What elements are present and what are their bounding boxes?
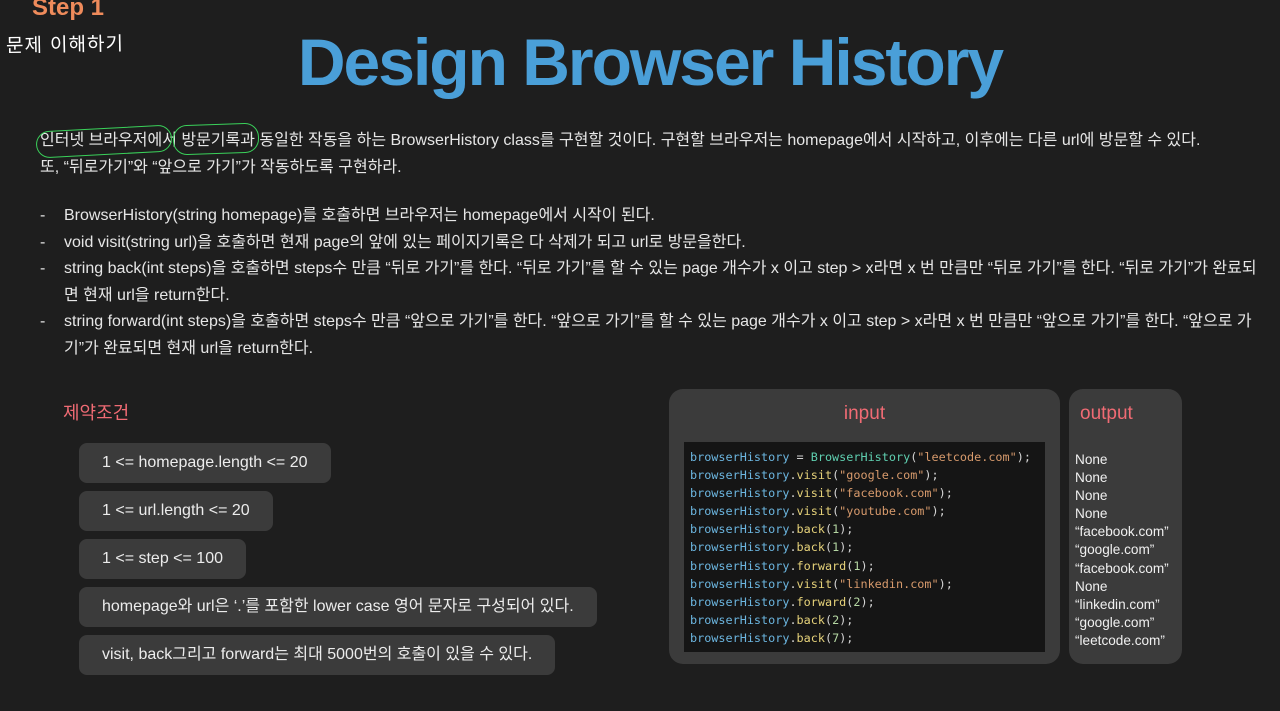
code-line: browserHistory.visit("google.com");	[690, 468, 939, 483]
code-method: back	[796, 630, 825, 645]
output-title: output	[1080, 403, 1133, 424]
code-argument: "facebook.com"	[839, 486, 939, 501]
constraint-chip: homepage와 url은 ‘.’를 포함한 lower case 영어 문자…	[79, 587, 597, 627]
code-operator: .	[789, 558, 797, 573]
output-value: “linkedin.com”	[1075, 596, 1160, 612]
code-argument: "leetcode.com"	[917, 450, 1017, 464]
input-title: input	[843, 403, 886, 424]
code-object: browserHistory	[690, 630, 790, 645]
rule-item: string forward(int steps)을 호출하면 steps수 만…	[40, 309, 1260, 362]
constraints-title: 제약조건	[63, 403, 130, 423]
code-line: browserHistory.back(2);	[690, 612, 854, 627]
code-terminator: );	[839, 522, 854, 537]
rule-item: void visit(string url)을 호출하면 현재 page의 앞에…	[40, 230, 1260, 257]
code-method: forward	[796, 594, 847, 609]
code-method: visit	[796, 504, 833, 519]
code-terminator: );	[860, 594, 875, 609]
output-value: “facebook.com”	[1075, 560, 1169, 576]
code-object: browserHistory	[690, 504, 790, 519]
code-method: visit	[796, 486, 833, 501]
code-argument: "youtube.com"	[839, 504, 932, 519]
constraint-chip: 1 <= url.length <= 20	[79, 491, 273, 531]
code-operator: .	[789, 522, 797, 537]
code-argument: "linkedin.com"	[839, 576, 939, 591]
code-object: browserHistory	[690, 576, 790, 591]
code-operator: .	[789, 486, 797, 501]
code-line: browserHistory.back(1);	[690, 540, 854, 555]
code-terminator: );	[1016, 450, 1031, 464]
code-object: browserHistory	[690, 612, 790, 627]
input-panel: input browserHistory = BrowserHistory("l…	[669, 389, 1060, 664]
output-value: None	[1075, 488, 1108, 504]
code-method: back	[796, 612, 825, 627]
code-method: visit	[796, 468, 833, 483]
constraint-chip: 1 <= homepage.length <= 20	[79, 443, 331, 483]
code-operator: =	[789, 450, 811, 464]
problem-description: 인터넷 브라우저에서 방문기록과 동일한 작동을 하는 BrowserHisto…	[40, 127, 1260, 181]
output-value: “leetcode.com”	[1075, 632, 1165, 648]
description-line-2: 또, “뒤로가기”와 “앞으로 가기”가 작동하도록 구현하라.	[40, 159, 402, 176]
code-operator: .	[789, 540, 797, 555]
code-operator: .	[789, 468, 797, 483]
code-argument: "google.com"	[839, 468, 925, 483]
code-operator: .	[789, 630, 797, 645]
output-value: “google.com”	[1075, 614, 1155, 630]
output-value: None	[1075, 578, 1108, 594]
code-terminator: );	[839, 540, 854, 555]
rules-list: BrowserHistory(string homepage)를 호출하면 브라…	[40, 203, 1260, 362]
code-terminator: );	[931, 504, 946, 519]
code-terminator: );	[924, 468, 939, 483]
code-line: browserHistory.visit("facebook.com");	[690, 486, 953, 501]
code-terminator: );	[860, 558, 875, 573]
code-line: browserHistory.forward(2);	[690, 594, 875, 609]
code-line: browserHistory.back(1);	[690, 522, 854, 537]
code-operator: .	[789, 504, 797, 519]
code-line: browserHistory = BrowserHistory("leetcod…	[690, 450, 1031, 464]
code-object: browserHistory	[690, 594, 790, 609]
step-label: Step 1	[32, 0, 105, 21]
output-value: None	[1075, 470, 1108, 486]
output-list: None None None None “facebook.com” “google.co…	[1075, 451, 1185, 650]
code-line: browserHistory.back(7);	[690, 630, 854, 645]
code-operator: .	[789, 576, 797, 591]
page-title: Design Browser History	[297, 25, 1004, 99]
output-value: “facebook.com”	[1075, 524, 1169, 540]
rule-item: string back(int steps)을 호출하면 steps수 만큼 “…	[40, 256, 1260, 309]
code-object: browserHistory	[690, 468, 790, 483]
description-line-1: 인터넷 브라우저에서 방문기록과 동일한 작동을 하는 BrowserHisto…	[40, 132, 1201, 149]
code-object: browserHistory	[690, 558, 790, 573]
code-terminator: );	[938, 486, 953, 501]
code-method: back	[796, 540, 825, 555]
output-value: “google.com”	[1075, 542, 1155, 558]
output-value: None	[1075, 452, 1108, 467]
code-object: browserHistory	[690, 486, 790, 501]
constraint-chip: visit, back그리고 forward는 최대 5000번의 호출이 있을…	[79, 635, 556, 675]
code-object: browserHistory	[690, 450, 790, 464]
code-terminator: );	[839, 612, 854, 627]
code-method: back	[796, 522, 825, 537]
code-method: forward	[796, 558, 847, 573]
code-operator: .	[789, 594, 797, 609]
code-method: visit	[796, 576, 833, 591]
constraint-chip: 1 <= step <= 100	[79, 539, 246, 579]
input-code-block: browserHistory = BrowserHistory("leetcod…	[684, 442, 1045, 652]
code-terminator: );	[839, 630, 854, 645]
code-object: browserHistory	[690, 540, 790, 555]
code-terminator: );	[938, 576, 953, 591]
code-operator: .	[789, 612, 797, 627]
rule-item: BrowserHistory(string homepage)를 호출하면 브라…	[40, 203, 1260, 230]
code-method: BrowserHistory	[810, 450, 911, 464]
code-line: browserHistory.visit("linkedin.com");	[690, 576, 953, 591]
code-object: browserHistory	[690, 522, 790, 537]
code-line: browserHistory.forward(1);	[690, 558, 875, 573]
output-value: None	[1075, 506, 1108, 522]
code-line: browserHistory.visit("youtube.com");	[690, 504, 946, 519]
output-panel: output None None None None “facebook.com” “go…	[1069, 389, 1182, 664]
